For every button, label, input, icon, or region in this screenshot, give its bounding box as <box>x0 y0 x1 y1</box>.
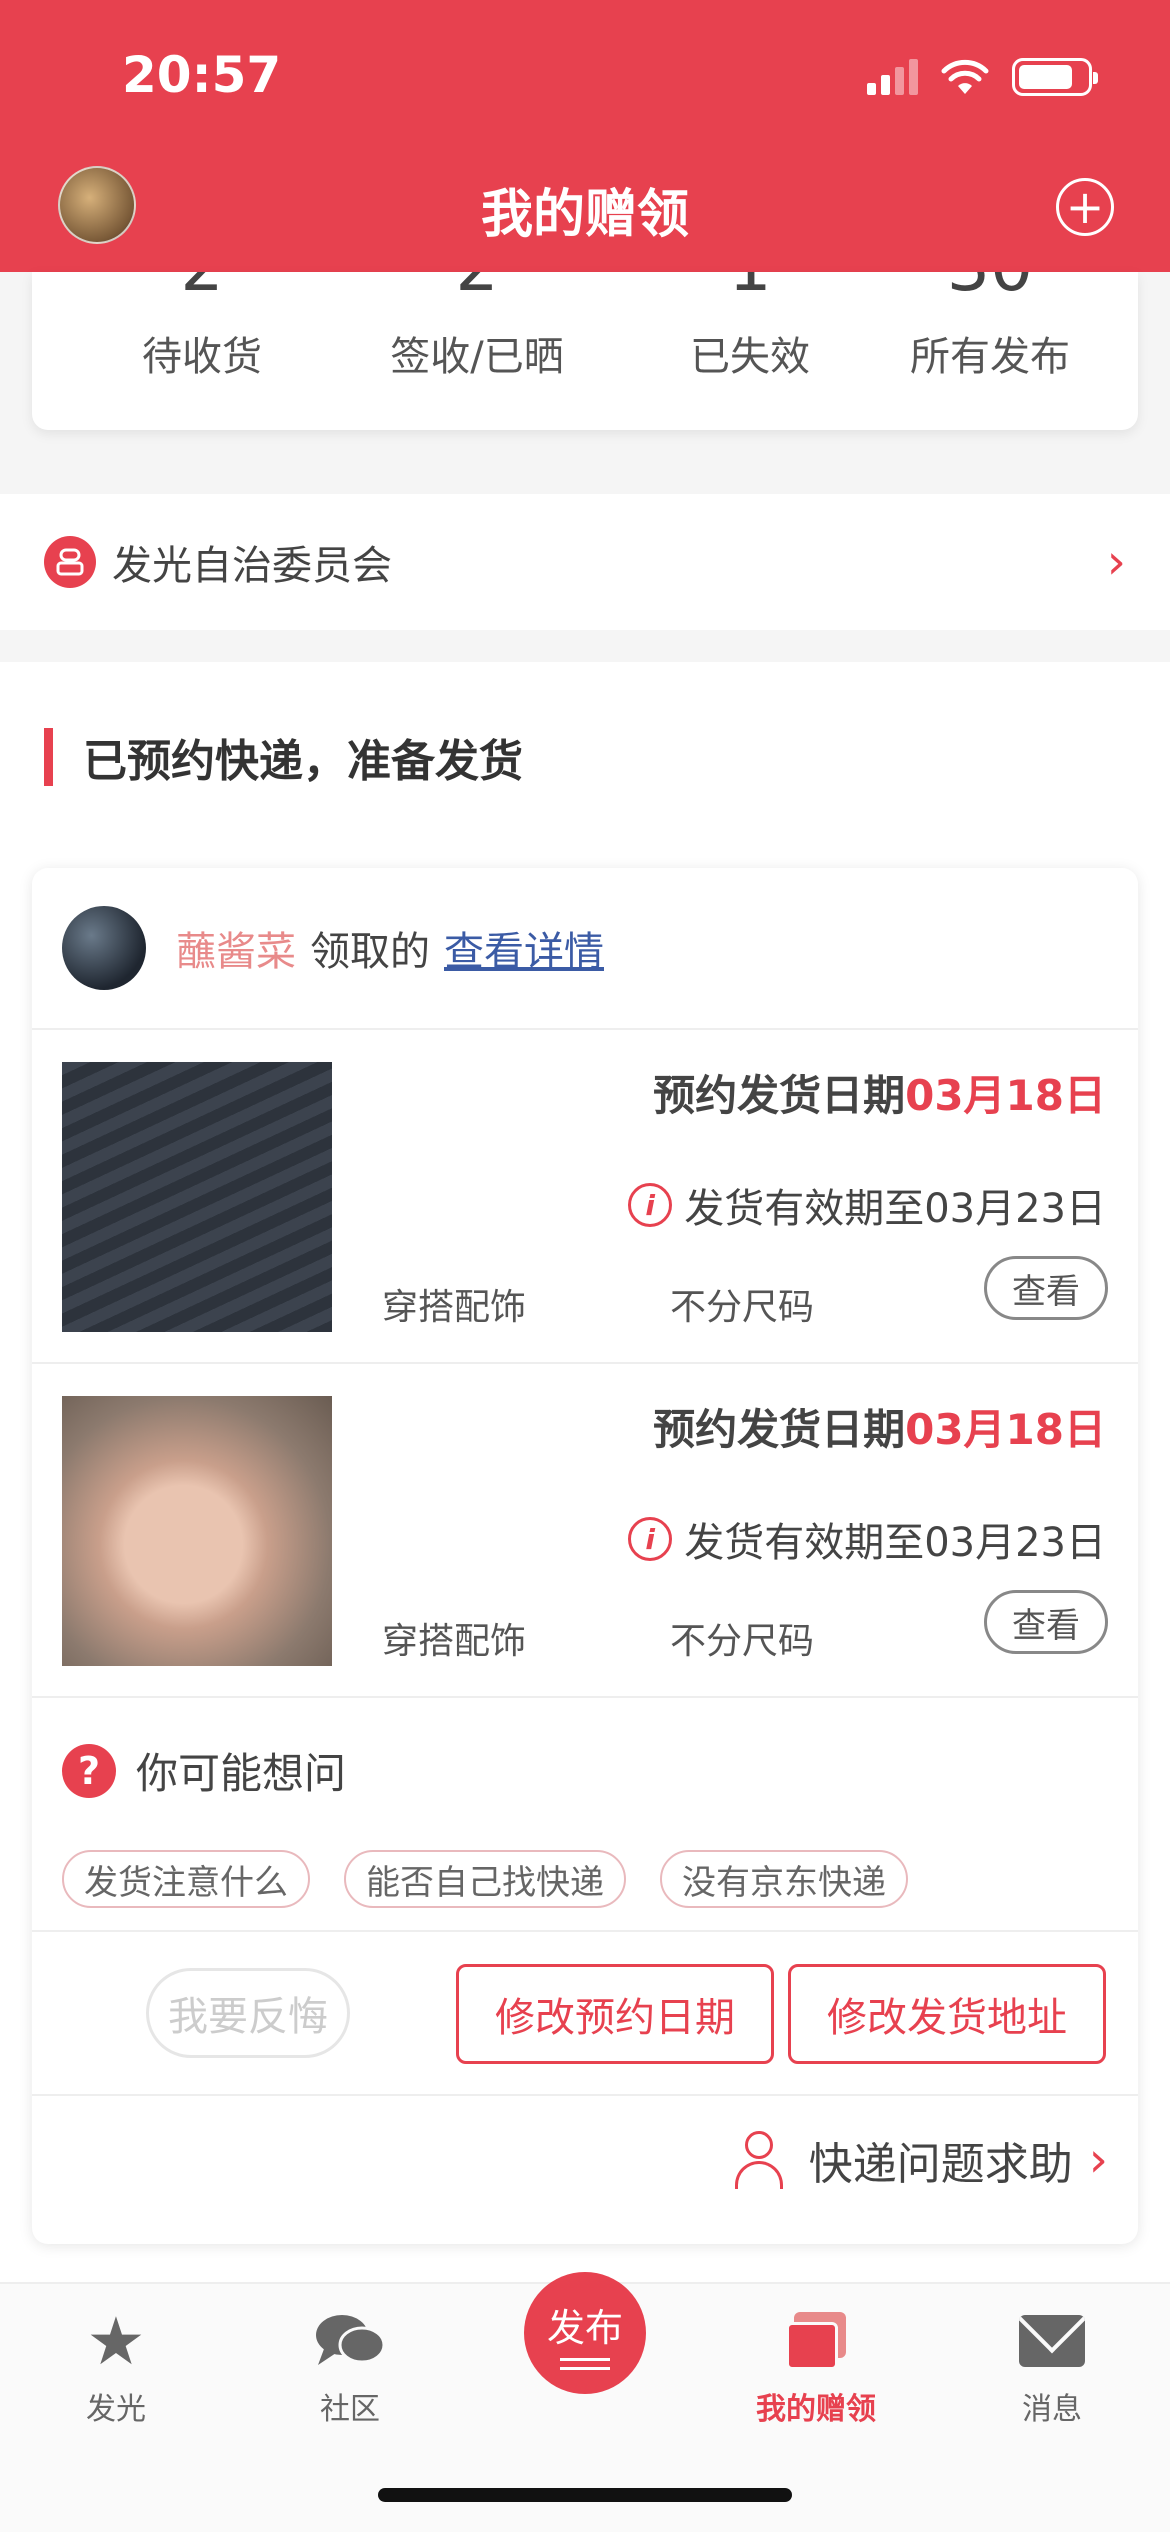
page-title: 我的赠领 <box>480 185 689 245</box>
chevron-right-icon: › <box>1106 534 1126 590</box>
faq-section: ? 你可能想问 发货注意什么 能否自己找快递 没有京东快递 <box>32 1698 1138 1932</box>
menu-lines-icon <box>560 2357 610 2370</box>
cellular-signal-icon <box>867 59 918 95</box>
publish-label: 发布 <box>546 2305 623 2350</box>
date-value: 03月18日 <box>905 1071 1106 1120</box>
receiver-name[interactable]: 蘸酱菜 <box>176 919 296 977</box>
section-title: 已预约快递，准备发货 <box>44 728 523 787</box>
person-icon <box>733 2131 785 2189</box>
question-icon: ? <box>62 1743 116 1798</box>
stat-count: 1 <box>612 272 888 307</box>
ship-valid-until: i 发货有效期至03月23日 <box>628 1510 1106 1568</box>
tab-label: 社区 <box>320 2392 380 2427</box>
mail-icon <box>972 2304 1132 2378</box>
stat-count: 30 <box>852 272 1128 307</box>
order-item: 预约发货日期03月18日 i 发货有效期至03月23日 穿搭配饰 不分尺码 查看 <box>32 1030 1138 1364</box>
change-address-button[interactable]: 修改发货地址 <box>788 1964 1106 2064</box>
stats-card: 2 待收货 2 签收/已晒 1 已失效 30 所有发布 <box>32 272 1138 430</box>
plus-icon: + <box>1065 180 1105 234</box>
regret-button[interactable]: 我要反悔 <box>146 1968 350 2058</box>
tab-label: 我的赠领 <box>756 2392 876 2427</box>
home-indicator <box>378 2488 792 2502</box>
stat-label: 签收/已晒 <box>390 334 564 380</box>
faq-chip[interactable]: 发货注意什么 <box>62 1850 310 1908</box>
shipping-section: 已预约快递，准备发货 蘸酱菜 领取的 查看详情 预约发货日期03月18日 i 发货… <box>0 662 1170 2282</box>
scheduled-ship-date: 预约发货日期03月18日 <box>653 1396 1106 1457</box>
add-button[interactable]: + <box>1056 178 1114 236</box>
tab-my-gifts[interactable]: 我的赠领 <box>736 2304 896 2428</box>
tab-messages[interactable]: 消息 <box>972 2304 1132 2428</box>
battery-icon <box>1012 58 1098 96</box>
committee-icon <box>44 536 96 588</box>
stat-label: 所有发布 <box>910 334 1070 380</box>
item-size: 不分尺码 <box>670 1621 815 1662</box>
item-image-pendant[interactable] <box>62 1396 332 1666</box>
faq-chips: 发货注意什么 能否自己找快递 没有京东快递 <box>62 1850 908 1908</box>
faq-chip[interactable]: 没有京东快递 <box>660 1850 908 1908</box>
date-prefix: 预约发货日期 <box>653 1071 906 1120</box>
item-size: 不分尺码 <box>670 1287 815 1328</box>
cards-icon <box>736 2304 896 2378</box>
info-icon: i <box>628 1183 673 1227</box>
order-item: 预约发货日期03月18日 i 发货有效期至03月23日 穿搭配饰 不分尺码 查看 <box>32 1364 1138 1698</box>
change-date-button[interactable]: 修改预约日期 <box>456 1964 774 2064</box>
courier-help-link[interactable]: 快递问题求助 › <box>733 2128 1108 2192</box>
view-item-button[interactable]: 查看 <box>984 1256 1108 1320</box>
section-accent-bar <box>44 728 53 786</box>
ship-valid-until: i 发货有效期至03月23日 <box>628 1176 1106 1234</box>
receiver-avatar[interactable] <box>62 906 146 990</box>
item-category: 穿搭配饰 <box>382 1621 527 1662</box>
status-icons <box>867 58 1098 96</box>
faq-title: 你可能想问 <box>136 1749 347 1798</box>
chat-bubble-icon <box>270 2304 430 2378</box>
view-item-button[interactable]: 查看 <box>984 1590 1108 1654</box>
item-category: 穿搭配饰 <box>382 1287 527 1328</box>
stat-count: 2 <box>339 272 615 307</box>
date-value: 03月18日 <box>905 1405 1106 1454</box>
order-card: 蘸酱菜 领取的 查看详情 预约发货日期03月18日 i 发货有效期至03月23日 … <box>32 868 1138 2244</box>
committee-row[interactable]: 发光自治委员会 › <box>0 494 1170 630</box>
faq-chip[interactable]: 能否自己找快递 <box>344 1850 626 1908</box>
valid-text: 发货有效期至03月23日 <box>684 1186 1106 1232</box>
chevron-right-icon: › <box>1088 2132 1108 2188</box>
item-image-necklace[interactable] <box>62 1062 332 1332</box>
courier-help-label: 快递问题求助 <box>808 2139 1073 2190</box>
info-icon: i <box>628 1517 673 1561</box>
tab-label: 发光 <box>86 2392 146 2427</box>
order-actions: 我要反悔 修改预约日期 修改发货地址 <box>32 1932 1138 2096</box>
scheduled-ship-date: 预约发货日期03月18日 <box>653 1062 1106 1123</box>
stat-label: 已失效 <box>690 334 810 380</box>
faq-header: ? 你可能想问 <box>62 1740 346 1801</box>
app-header: 20:57 我的赠领 + <box>0 0 1170 272</box>
stat-count: 2 <box>64 272 340 307</box>
section-title-text: 已预约快递，准备发货 <box>83 736 523 787</box>
star-icon: ★ <box>86 2302 146 2380</box>
wifi-icon <box>941 59 989 94</box>
order-card-header: 蘸酱菜 领取的 查看详情 <box>32 868 1138 1030</box>
tab-label: 消息 <box>1022 2392 1082 2427</box>
status-time: 20:57 <box>122 46 282 104</box>
publish-button[interactable]: 发布 <box>524 2272 646 2394</box>
tab-community[interactable]: 社区 <box>270 2304 430 2428</box>
view-details-link[interactable]: 查看详情 <box>444 919 604 977</box>
date-prefix: 预约发货日期 <box>653 1405 906 1454</box>
tab-glow[interactable]: ★ 发光 <box>36 2302 196 2428</box>
committee-label: 发光自治委员会 <box>112 543 392 589</box>
valid-text: 发货有效期至03月23日 <box>684 1520 1106 1566</box>
receiver-suffix: 领取的 <box>310 929 430 975</box>
stat-label: 待收货 <box>142 334 262 380</box>
